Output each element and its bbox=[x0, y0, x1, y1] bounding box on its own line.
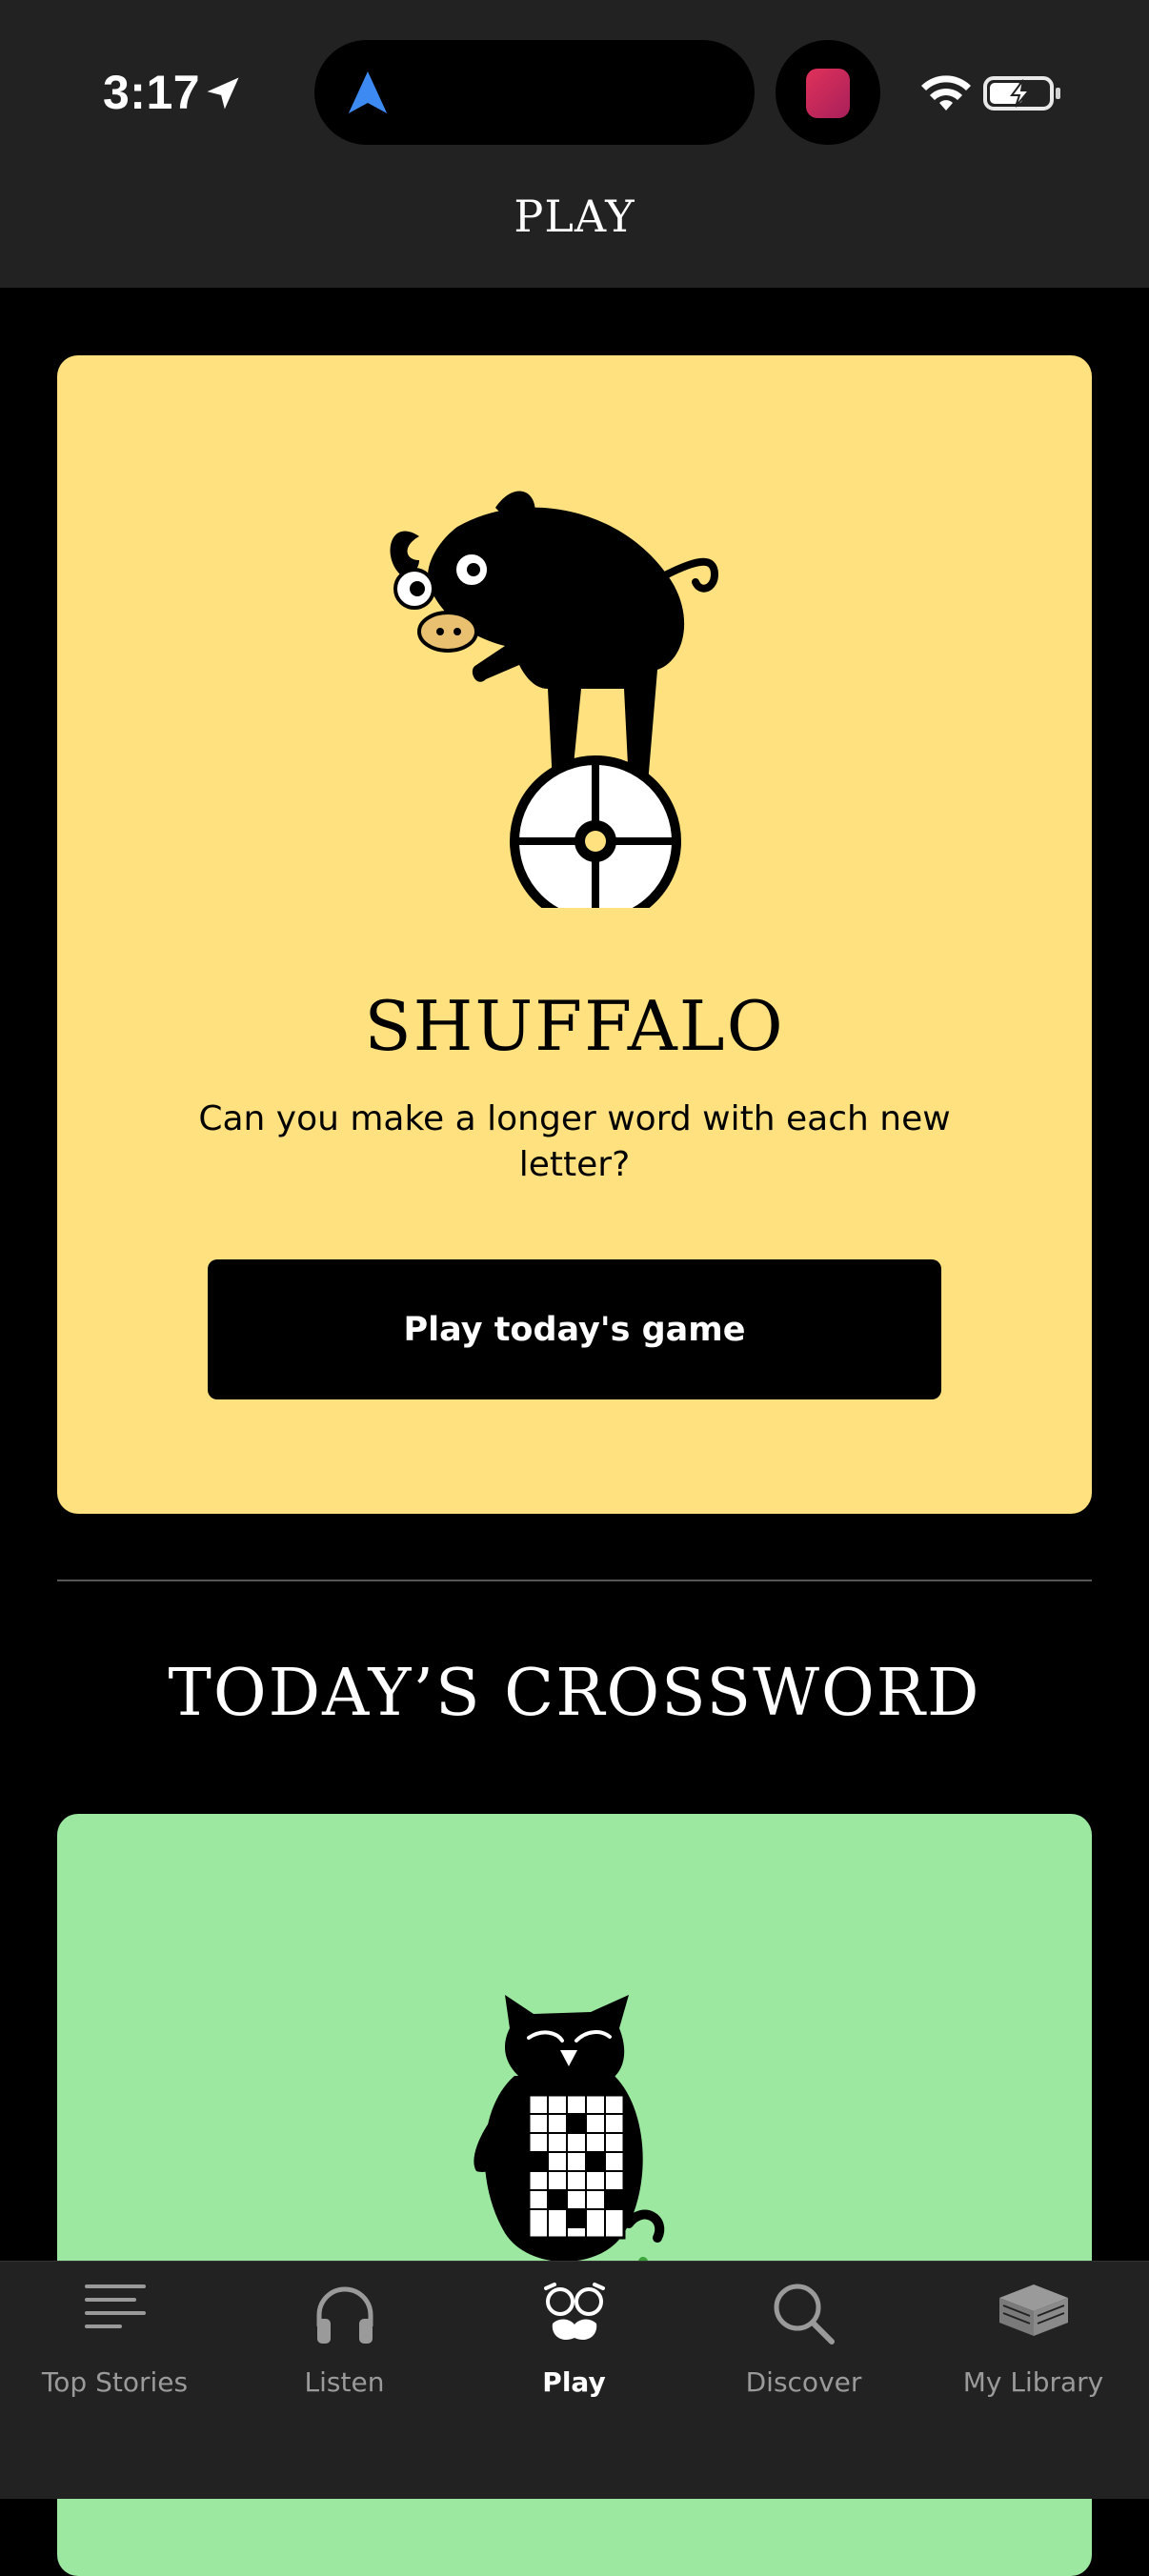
top-stories-icon bbox=[84, 2284, 146, 2328]
headphones-icon bbox=[316, 2286, 373, 2344]
owl-crossword-illustration bbox=[474, 1995, 665, 2300]
battery-charging-icon bbox=[983, 76, 1060, 111]
tab-play[interactable]: Play bbox=[459, 2262, 689, 2414]
tab-bar: Top Stories Listen Play Discover My Libr… bbox=[0, 2261, 1149, 2499]
shuffalo-title: SHUFFALO bbox=[364, 986, 785, 1066]
crossword-heading: TODAY’S CROSSWORD bbox=[168, 1656, 981, 1731]
tab-my-library[interactable]: My Library bbox=[918, 2262, 1148, 2414]
tab-top-stories[interactable]: Top Stories bbox=[0, 2262, 230, 2414]
status-time: 3:17 bbox=[103, 66, 201, 119]
page-title: PLAY bbox=[514, 191, 635, 242]
status-bar: 3:17 bbox=[0, 0, 1149, 181]
location-arrow-icon bbox=[207, 77, 239, 110]
island-app-icon bbox=[806, 69, 850, 118]
wifi-icon bbox=[921, 75, 971, 111]
tab-listen[interactable]: Listen bbox=[230, 2262, 459, 2414]
play-mask-icon bbox=[543, 2283, 605, 2341]
tab-label-top-stories: Top Stories bbox=[41, 2366, 189, 2398]
library-icon bbox=[998, 2284, 1068, 2336]
navigation-arrow-icon bbox=[348, 71, 388, 113]
section-divider bbox=[57, 1580, 1092, 1581]
tab-label-listen: Listen bbox=[304, 2366, 385, 2398]
tab-label-play: Play bbox=[542, 2366, 606, 2398]
tab-label-discover: Discover bbox=[745, 2366, 862, 2398]
play-todays-game-button[interactable]: Play today's game bbox=[208, 1259, 941, 1399]
shuffalo-description: Can you make a longer word with each new… bbox=[198, 1099, 951, 1184]
shuffalo-card[interactable]: SHUFFALO Can you make a longer word with… bbox=[57, 355, 1092, 1514]
buffalo-unicycle-illustration bbox=[390, 491, 719, 908]
tab-label-my-library: My Library bbox=[962, 2366, 1104, 2398]
tab-discover[interactable]: Discover bbox=[689, 2262, 918, 2414]
search-icon bbox=[774, 2284, 835, 2345]
